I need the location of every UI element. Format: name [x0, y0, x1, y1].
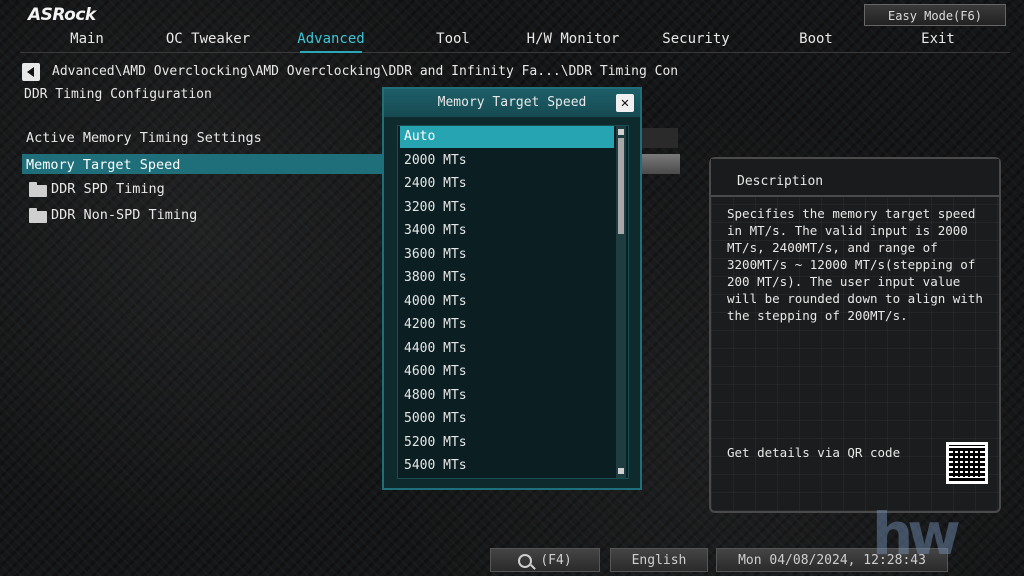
search-button[interactable]: (F4) [490, 548, 600, 572]
tab-boot[interactable]: Boot [799, 31, 833, 47]
scrollbar-thumb[interactable] [618, 138, 624, 234]
back-arrow-icon[interactable] [22, 63, 40, 81]
tab-main[interactable]: Main [70, 31, 104, 47]
language-button[interactable]: English [610, 548, 708, 572]
option-item[interactable]: 5200 MTs [400, 432, 614, 454]
option-item[interactable]: 4200 MTs [400, 314, 614, 336]
page-title: DDR Timing Configuration [24, 87, 212, 102]
breadcrumb: Advanced\AMD Overclocking\AMD Overclocki… [52, 64, 679, 79]
memory-target-speed-item[interactable]: Memory Target Speed [26, 157, 180, 173]
search-icon [518, 553, 533, 568]
option-item[interactable]: 3600 MTs [400, 244, 614, 266]
selected-value-box[interactable] [640, 154, 680, 174]
option-item[interactable]: 5000 MTs [400, 408, 614, 430]
description-panel: Description Specifies the memory target … [709, 157, 1001, 513]
brand-logo: ASRock [28, 5, 96, 25]
description-text: Specifies the memory target speed in MT/… [727, 206, 983, 323]
main-nav: Main OC Tweaker Advanced Tool H/W Monito… [0, 31, 1024, 53]
tab-security[interactable]: Security [662, 31, 729, 47]
option-item[interactable]: 4400 MTs [400, 338, 614, 360]
tab-advanced[interactable]: Advanced [297, 31, 364, 47]
option-item[interactable]: 4000 MTs [400, 291, 614, 313]
active-tab-indicator [300, 51, 362, 53]
folder-icon [29, 208, 47, 223]
tab-exit[interactable]: Exit [921, 31, 955, 47]
submenu-ddr-non-spd-timing[interactable]: DDR Non-SPD Timing [51, 207, 197, 223]
option-item[interactable]: 3800 MTs [400, 267, 614, 289]
dialog-title: Memory Target Speed [437, 95, 587, 110]
option-dialog: Memory Target Speed ✕ Auto 2000 MTs 2400… [382, 87, 642, 490]
easy-mode-button[interactable]: Easy Mode(F6) [864, 4, 1006, 26]
option-item[interactable]: 3400 MTs [400, 220, 614, 242]
option-item[interactable]: 3200 MTs [400, 197, 614, 219]
close-icon[interactable]: ✕ [616, 94, 634, 112]
scroll-down-icon[interactable] [618, 468, 624, 474]
section-label: Active Memory Timing Settings [26, 130, 262, 146]
tab-oc-tweaker[interactable]: OC Tweaker [166, 31, 250, 47]
watermark-logo: hw [872, 500, 961, 568]
nav-divider [20, 52, 1010, 53]
qr-label: Get details via QR code [727, 445, 901, 460]
bottom-bar: (F4) English Mon 04/08/2024, 12:28:43 [0, 548, 1024, 576]
tab-hw-monitor[interactable]: H/W Monitor [527, 31, 620, 47]
scroll-up-icon[interactable] [618, 129, 624, 135]
description-header: Description [711, 159, 999, 197]
search-shortcut: (F4) [540, 553, 572, 568]
dialog-header: Memory Target Speed ✕ [384, 89, 640, 117]
tab-tool[interactable]: Tool [436, 31, 470, 47]
option-auto[interactable]: Auto [400, 126, 614, 148]
option-item[interactable]: 2400 MTs [400, 173, 614, 195]
submenu-ddr-spd-timing[interactable]: DDR SPD Timing [51, 181, 165, 197]
description-title: Description [737, 174, 824, 189]
setting-value-bar [640, 128, 678, 148]
option-item[interactable]: 4800 MTs [400, 385, 614, 407]
qr-code-icon [946, 442, 988, 484]
option-item[interactable]: 2000 MTs [400, 150, 614, 172]
folder-icon [29, 182, 47, 197]
option-list: Auto 2000 MTs 2400 MTs 3200 MTs 3400 MTs… [397, 125, 629, 479]
option-item[interactable]: 5400 MTs [400, 455, 614, 477]
option-item[interactable]: 4600 MTs [400, 361, 614, 383]
